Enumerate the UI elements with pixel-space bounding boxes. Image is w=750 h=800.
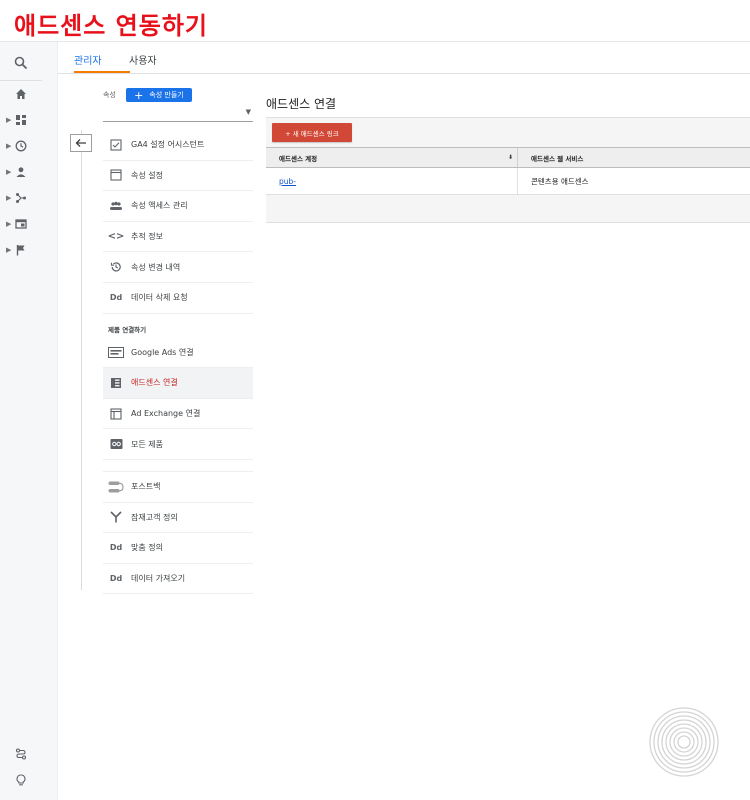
expand-caret-icon[interactable]: ▶ [6, 142, 11, 150]
menu-spacer [103, 460, 253, 472]
property-menu: GA4 설정 어시스턴트 속성 설정 속성 액세스 관리 <> 추적 정보 속성… [103, 130, 253, 595]
dropdown-arrow-icon: ▼ [245, 108, 251, 116]
menu-item-ga4-setup-assistant[interactable]: GA4 설정 어시스턴트 [103, 130, 253, 161]
expand-caret-icon[interactable]: ▶ [6, 194, 11, 202]
menu-item-property-settings[interactable]: 속성 설정 [103, 161, 253, 192]
tab-user[interactable]: 사용자 [129, 52, 157, 67]
expand-caret-icon[interactable]: ▶ [6, 168, 11, 176]
menu-item-label: 데이터 삭제 요청 [131, 293, 188, 303]
table-toolbar: + 새 애드센스 링크 [266, 117, 750, 147]
menu-item-adsense-link[interactable]: 애드센스 연결 [103, 368, 253, 399]
menu-item-label: 속성 설정 [131, 170, 163, 180]
people-icon [108, 199, 124, 213]
left-nav-rail: ▶ ▶ ▶ ▶ ▶ ▶ [0, 42, 58, 800]
history-icon [108, 260, 124, 274]
back-button[interactable] [70, 134, 92, 152]
adexchange-icon [108, 407, 124, 421]
search-icon[interactable] [12, 54, 30, 72]
menu-item-all-products[interactable]: 모든 제품 [103, 429, 253, 460]
menu-item-change-history[interactable]: 속성 변경 내역 [103, 252, 253, 283]
menu-item-label: 데이터 가져오기 [131, 574, 186, 584]
watermark-logo [649, 707, 719, 777]
column-divider [81, 130, 82, 590]
menu-item-label: 속성 액세스 관리 [131, 201, 188, 211]
property-header: 속성 + 속성 만들기 [103, 87, 192, 103]
property-selector[interactable]: ▼ [103, 104, 253, 122]
page-title: 애드센스 연결 [266, 97, 337, 111]
tab-admin[interactable]: 관리자 [74, 52, 102, 67]
adsense-links-table: 애드센스 계정 ⬇ 애드센스 웹 서비스 pub- 콘텐츠용 애드센스 [266, 147, 750, 223]
column-header-label: 애드센스 계정 [279, 154, 318, 163]
dd-icon: Dd [109, 543, 123, 553]
menu-item-audience-definitions[interactable]: 잠재고객 정의 [103, 503, 253, 534]
menu-item-label: 모든 제품 [131, 439, 163, 449]
dd-icon: Dd [109, 293, 123, 303]
menu-item-ad-exchange-link[interactable]: Ad Exchange 연결 [103, 399, 253, 430]
lightbulb-icon[interactable] [12, 771, 30, 789]
banner-title: 애드센스 연동하기 [14, 12, 208, 40]
all-products-icon [108, 437, 124, 451]
menu-item-label: 잠재고객 정의 [131, 512, 178, 522]
plus-icon: + [134, 88, 144, 102]
menu-item-data-import[interactable]: Dd 데이터 가져오기 [103, 564, 253, 595]
admin-tabs-bar: 관리자 사용자 [58, 42, 750, 74]
display-icon[interactable] [12, 215, 30, 233]
menu-item-postback[interactable]: 포스트백 [103, 472, 253, 503]
section-product-linking: 제품 연결하기 [108, 325, 147, 334]
checkbox-icon [108, 138, 124, 152]
menu-item-custom-definitions[interactable]: Dd 맞춤 정의 [103, 533, 253, 564]
column-header-account[interactable]: 애드센스 계정 ⬇ [266, 148, 518, 167]
expand-caret-icon[interactable]: ▶ [6, 246, 11, 254]
property-label: 속성 [103, 91, 116, 99]
expand-caret-icon[interactable]: ▶ [6, 116, 11, 124]
sort-arrow-icon: ⬇ [507, 154, 513, 161]
route-icon[interactable] [12, 745, 30, 763]
menu-item-label: Google Ads 연결 [131, 347, 194, 357]
menu-item-label: 속성 변경 내역 [131, 262, 181, 272]
create-property-label: 속성 만들기 [149, 91, 184, 99]
clock-icon[interactable] [12, 137, 30, 155]
expand-caret-icon[interactable]: ▶ [6, 220, 11, 228]
menu-item-label: Ad Exchange 연결 [131, 409, 201, 419]
menu-item-tracking-info[interactable]: <> 추적 정보 [103, 222, 253, 253]
adsense-account-link[interactable]: pub- [279, 177, 296, 186]
code-icon: <> [107, 231, 125, 243]
menu-item-google-ads-link[interactable]: Google Ads 연결 [103, 338, 253, 369]
table-cell-service: 콘텐츠용 애드센스 [531, 176, 589, 186]
menu-item-label: 포스트백 [131, 482, 161, 492]
acquisition-icon[interactable] [12, 189, 30, 207]
menu-item-label: 맞춤 정의 [131, 543, 163, 553]
table-footer [266, 195, 750, 223]
new-adsense-link-button[interactable]: + 새 애드센스 링크 [272, 123, 352, 142]
menu-item-data-deletion[interactable]: Dd 데이터 삭제 요청 [103, 283, 253, 314]
ads-icon [108, 345, 124, 359]
table-cell-account: pub- [266, 168, 518, 194]
column-header-label: 애드센스 웹 서비스 [531, 154, 584, 163]
adsense-icon [108, 376, 124, 390]
dashboard-icon[interactable] [12, 111, 30, 129]
menu-item-label: GA4 설정 어시스턴트 [131, 140, 205, 150]
tab-active-indicator [74, 71, 130, 73]
postback-icon [108, 480, 124, 494]
audience-icon [108, 510, 124, 524]
dd-icon: Dd [109, 574, 123, 584]
banner: 애드센스 연동하기 [0, 0, 750, 42]
home-icon[interactable] [12, 85, 30, 103]
person-icon[interactable] [12, 163, 30, 181]
column-header-service[interactable]: 애드센스 웹 서비스 [518, 148, 583, 167]
menu-item-property-access[interactable]: 속성 액세스 관리 [103, 191, 253, 222]
flag-icon[interactable] [12, 241, 30, 259]
table-row: pub- 콘텐츠용 애드센스 [266, 168, 750, 195]
rail-separator [0, 80, 42, 81]
menu-item-label: 추적 정보 [131, 232, 163, 242]
create-property-button[interactable]: + 속성 만들기 [125, 88, 192, 102]
menu-item-label: 애드센스 연결 [131, 378, 178, 388]
arrow-left-icon [75, 139, 86, 147]
window-icon [108, 168, 124, 182]
table-header: 애드센스 계정 ⬇ 애드센스 웹 서비스 [266, 147, 750, 168]
